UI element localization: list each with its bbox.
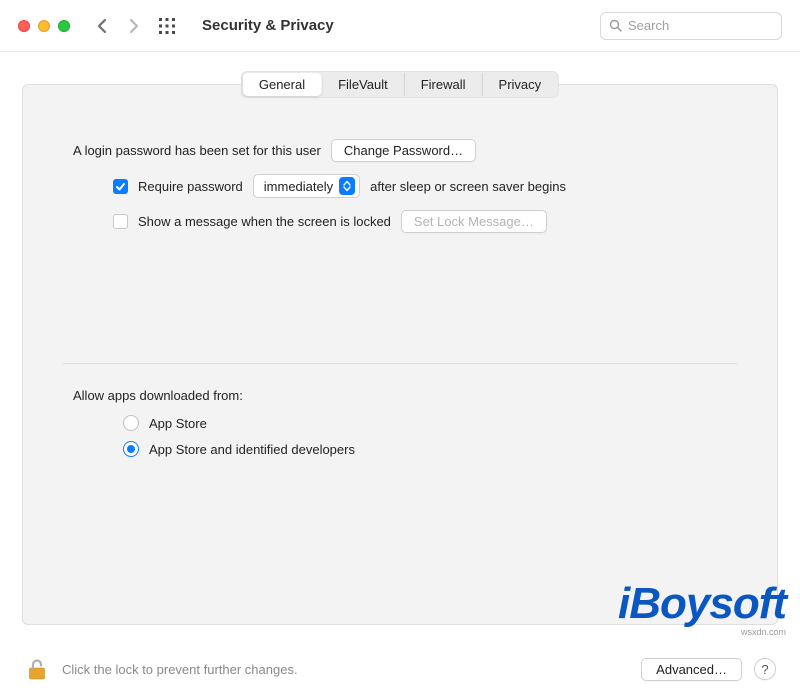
allow-apps-label: Allow apps downloaded from: [73, 388, 737, 403]
help-button[interactable]: ? [754, 658, 776, 680]
search-field[interactable] [600, 12, 782, 40]
back-button[interactable] [96, 18, 108, 34]
show-all-button[interactable] [158, 17, 176, 35]
show-message-label: Show a message when the screen is locked [138, 214, 391, 229]
tab-bar: General FileVault Firewall Privacy [241, 71, 559, 98]
change-password-button[interactable]: Change Password… [331, 139, 476, 162]
chevron-updown-icon [339, 177, 355, 195]
require-password-label: Require password [138, 179, 243, 194]
radio-app-store-and-dev[interactable] [123, 441, 139, 457]
password-delay-popup[interactable]: immediately [253, 174, 360, 198]
footer: Click the lock to prevent further change… [0, 639, 800, 699]
require-password-after: after sleep or screen saver begins [370, 179, 566, 194]
lock-icon[interactable] [24, 656, 50, 682]
search-input[interactable] [628, 18, 773, 33]
tab-general[interactable]: General [243, 73, 322, 96]
allow-apps-radio-group: App Store App Store and identified devel… [123, 415, 737, 457]
password-delay-value: immediately [264, 179, 333, 194]
lock-text: Click the lock to prevent further change… [62, 662, 629, 677]
tab-firewall[interactable]: Firewall [405, 73, 483, 96]
advanced-button[interactable]: Advanced… [641, 658, 742, 681]
content-panel: General FileVault Firewall Privacy A log… [22, 84, 778, 625]
divider [63, 363, 737, 364]
close-window-button[interactable] [18, 20, 30, 32]
login-password-text: A login password has been set for this u… [73, 143, 321, 158]
minimize-window-button[interactable] [38, 20, 50, 32]
maximize-window-button[interactable] [58, 20, 70, 32]
toolbar: Security & Privacy [0, 0, 800, 52]
forward-button[interactable] [128, 18, 140, 34]
radio-app-store-label: App Store [149, 416, 207, 431]
search-icon [609, 19, 622, 32]
set-lock-message-button: Set Lock Message… [401, 210, 547, 233]
watermark-sub: wsxdn.com [741, 628, 786, 637]
window-controls [18, 20, 70, 32]
radio-app-store-and-dev-label: App Store and identified developers [149, 442, 355, 457]
require-password-checkbox[interactable] [113, 179, 128, 194]
tab-privacy[interactable]: Privacy [483, 73, 558, 96]
window-title: Security & Privacy [202, 17, 334, 34]
tab-filevault[interactable]: FileVault [322, 73, 405, 96]
show-message-checkbox[interactable] [113, 214, 128, 229]
radio-app-store[interactable] [123, 415, 139, 431]
